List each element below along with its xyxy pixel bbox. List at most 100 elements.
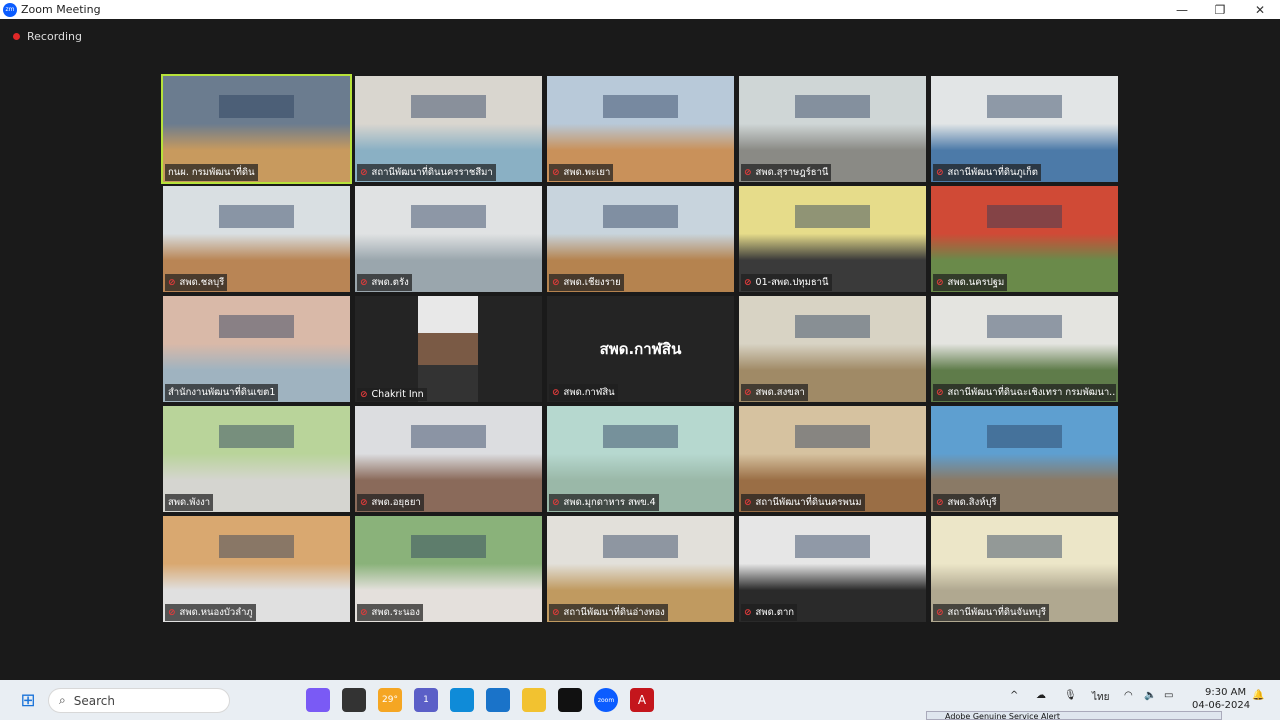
participant-tile[interactable]: ⊘ สถานีพัฒนาที่ดินจันทบุรี — [931, 516, 1118, 622]
participant-tile[interactable]: สพด.พังงา — [163, 406, 350, 512]
participant-name-label: ⊘ สพด.ตาก — [741, 604, 798, 621]
recording-indicator[interactable]: Recording — [8, 27, 82, 45]
muted-microphone-icon: ⊘ — [360, 167, 368, 178]
room-screen — [987, 315, 1062, 339]
cloud-icon[interactable]: ☁ — [1036, 690, 1046, 701]
acrobat-icon[interactable]: A — [630, 688, 654, 712]
participant-name-label: ⊘ สพด.มุกดาหาร สพข.4 — [549, 494, 659, 511]
zoom-icon[interactable]: zoom — [594, 688, 618, 712]
participant-tile[interactable]: ⊘ สถานีพัฒนาที่ดินภูเก็ต — [931, 76, 1118, 182]
taskbar-search[interactable]: ⌕ Search — [48, 688, 230, 713]
room-screen — [603, 535, 678, 559]
windows-start-icon[interactable]: ⊞ — [16, 688, 40, 712]
participant-name-label: ⊘ สพด.กาฬสิน — [549, 384, 618, 401]
volume-icon[interactable]: 🔈 — [1144, 690, 1156, 701]
room-screen — [795, 535, 870, 559]
participant-tile[interactable]: ⊘ สพด.สิงห์บุรี — [931, 406, 1118, 512]
participant-tile[interactable]: ⊘ สพด.สงขลา — [739, 296, 926, 402]
maximize-button[interactable]: ❐ — [1200, 0, 1240, 19]
teams-badge: 1 — [423, 695, 429, 705]
participant-tile[interactable]: ⊘ 01-สพด.ปทุมธานี — [739, 186, 926, 292]
room-screen — [795, 205, 870, 229]
adobe-alert-notification[interactable]: Adobe Genuine Service Alert — [926, 711, 1222, 720]
room-screen — [411, 425, 486, 449]
capcut-icon[interactable] — [558, 688, 582, 712]
mail-icon[interactable] — [486, 688, 510, 712]
room-screen — [219, 535, 294, 559]
participant-name-label: ⊘ สพด.นครปฐม — [933, 274, 1008, 291]
room-screen — [219, 95, 294, 119]
participant-name-label: ⊘ สพด.พะเยา — [549, 164, 614, 181]
clock-time[interactable]: 9:30 AM — [1205, 687, 1246, 698]
participant-tile[interactable]: ⊘ สพด.มุกดาหาร สพข.4 — [547, 406, 734, 512]
search-placeholder: Search — [73, 693, 115, 708]
participant-name-label: ⊘ สพด.ตรัง — [357, 274, 412, 291]
participant-tile[interactable]: ⊘ สถานีพัฒนาที่ดินนครพนม — [739, 406, 926, 512]
room-screen — [603, 425, 678, 449]
participant-tile[interactable]: ⊘ สถานีพัฒนาที่ดินอ่างทอง — [547, 516, 734, 622]
participant-name-label: ⊘ สถานีพัฒนาที่ดินฉะเชิงเทรา กรมพัฒนา... — [933, 384, 1116, 401]
participant-name-label: ⊘ สพด.ชลบุรี — [165, 274, 228, 291]
clock-date[interactable]: 04-06-2024 — [1192, 700, 1250, 711]
muted-microphone-icon: ⊘ — [936, 277, 944, 288]
participant-tile[interactable]: สำนักงานพัฒนาที่ดินเขต1 — [163, 296, 350, 402]
close-button[interactable]: ✕ — [1240, 0, 1280, 19]
copilot-icon[interactable] — [306, 688, 330, 712]
terminal-icon[interactable] — [342, 688, 366, 712]
microphone-icon[interactable]: 🎙 — [1064, 690, 1077, 701]
room-screen — [219, 205, 294, 229]
notifications-icon[interactable]: 🔔 — [1252, 690, 1264, 701]
participant-tile[interactable]: ⊘ สถานีพัฒนาที่ดินนครราชสีมา — [355, 76, 542, 182]
participant-tile[interactable]: ⊘ สถานีพัฒนาที่ดินฉะเชิงเทรา กรมพัฒนา... — [931, 296, 1118, 402]
wifi-icon[interactable]: ◠ — [1124, 690, 1133, 701]
muted-microphone-icon: ⊘ — [168, 607, 176, 618]
language-indicator[interactable]: ไทย — [1092, 690, 1109, 705]
room-screen — [987, 425, 1062, 449]
muted-microphone-icon: ⊘ — [936, 167, 944, 178]
participant-tile[interactable]: ⊘ สพด.นครปฐม — [931, 186, 1118, 292]
room-screen — [219, 315, 294, 339]
participant-tile[interactable]: ⊘ สพด.ชลบุรี — [163, 186, 350, 292]
participant-name-label: ⊘ สถานีพัฒนาที่ดินภูเก็ต — [933, 164, 1041, 181]
muted-microphone-icon: ⊘ — [744, 277, 752, 288]
participant-tile[interactable]: สพด.กาฬสิน ⊘ สพด.กาฬสิน — [547, 296, 734, 402]
room-screen — [795, 315, 870, 339]
participant-tile[interactable]: ⊘ สพด.พะเยา — [547, 76, 734, 182]
participant-tile[interactable]: ⊘ สพด.เชียงราย — [547, 186, 734, 292]
participant-name-label: ⊘ สพด.หนองบัวลำภู — [165, 604, 256, 621]
minimize-button[interactable]: — — [1162, 0, 1202, 19]
participant-name-label: ⊘ 01-สพด.ปทุมธานี — [741, 274, 832, 291]
file-explorer-icon[interactable] — [522, 688, 546, 712]
participant-tile[interactable]: ⊘ สพด.ตาก — [739, 516, 926, 622]
show-hidden-icons-chevron-icon[interactable]: ^ — [1010, 690, 1018, 701]
participant-name-label: ⊘ สพด.เชียงราย — [549, 274, 624, 291]
participant-name-label: ⊘ สพด.อยุธยา — [357, 494, 424, 511]
edge-icon[interactable] — [450, 688, 474, 712]
muted-microphone-icon: ⊘ — [552, 607, 560, 618]
weather-icon[interactable]: 29° — [378, 688, 402, 712]
room-screen — [603, 205, 678, 229]
muted-microphone-icon: ⊘ — [552, 277, 560, 288]
participant-tile[interactable]: ⊘ Chakrit Inn — [355, 296, 542, 402]
muted-microphone-icon: ⊘ — [552, 387, 560, 398]
muted-microphone-icon: ⊘ — [168, 277, 176, 288]
participant-tile[interactable]: ⊘ สพด.ตรัง — [355, 186, 542, 292]
participant-tile[interactable]: กนผ. กรมพัฒนาที่ดิน — [161, 74, 352, 184]
muted-microphone-icon: ⊘ — [360, 607, 368, 618]
search-icon: ⌕ — [59, 693, 66, 707]
participant-tile[interactable]: ⊘ สพด.หนองบัวลำภู — [163, 516, 350, 622]
room-screen — [987, 95, 1062, 119]
participant-tile[interactable]: ⊘ สพด.สุราษฎร์ธานี — [739, 76, 926, 182]
participant-tile[interactable]: ⊘ สพด.อยุธยา — [355, 406, 542, 512]
room-screen — [411, 95, 486, 119]
participant-name-label: ⊘ สถานีพัฒนาที่ดินจันทบุรี — [933, 604, 1049, 621]
recording-dot-icon — [13, 32, 20, 40]
participant-tile[interactable]: ⊘ สพด.ระนอง — [355, 516, 542, 622]
participant-name-label: ⊘ สถานีพัฒนาที่ดินนครราชสีมา — [357, 164, 496, 181]
muted-microphone-icon: ⊘ — [744, 497, 752, 508]
muted-microphone-icon: ⊘ — [744, 387, 752, 398]
room-screen — [795, 425, 870, 449]
battery-icon[interactable]: ▭ — [1164, 690, 1173, 701]
teams-icon[interactable]: 1 — [414, 688, 438, 712]
participant-name-label: ⊘ สพด.สงขลา — [741, 384, 808, 401]
